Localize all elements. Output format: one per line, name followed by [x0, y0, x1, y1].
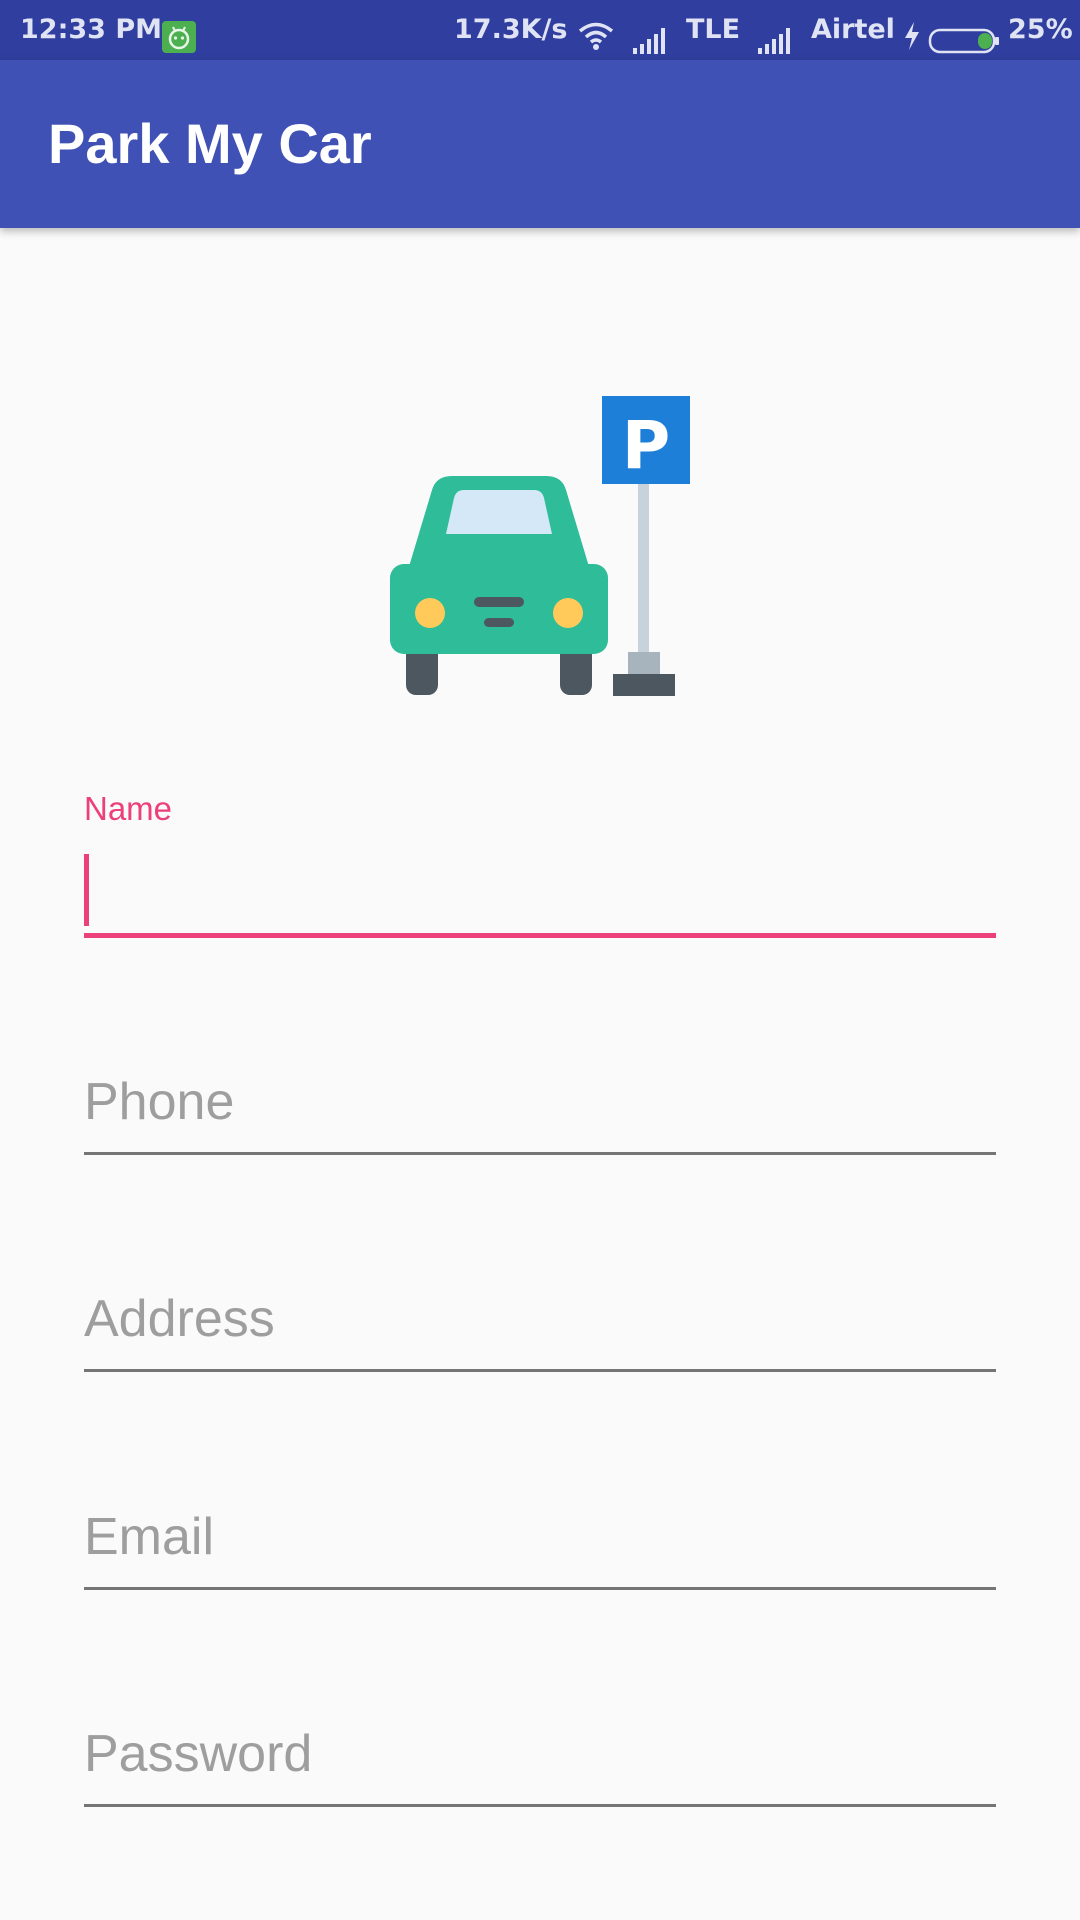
- wifi-icon: [576, 14, 616, 50]
- password-underline: [84, 1804, 996, 1807]
- network-speed: 17.3K/s: [454, 14, 568, 45]
- email-input[interactable]: [84, 1505, 996, 1569]
- battery-percent: 25%: [1008, 14, 1073, 45]
- signal-icon: [631, 16, 671, 54]
- status-bar: 12:33 PM 17.3K/s TLE Airtel 25%: [0, 0, 1080, 60]
- address-field[interactable]: [84, 1287, 996, 1377]
- address-underline: [84, 1369, 996, 1372]
- notification-icon: [162, 15, 196, 53]
- text-cursor: [84, 854, 89, 926]
- charging-icon: [902, 14, 922, 50]
- phone-field[interactable]: [84, 1070, 996, 1160]
- page-title: Park My Car: [48, 112, 372, 175]
- password-field[interactable]: [84, 1722, 996, 1812]
- phone-underline: [84, 1152, 996, 1155]
- battery-icon: [928, 17, 1000, 54]
- name-label: Name: [84, 790, 173, 827]
- network-type: TLE: [686, 14, 741, 45]
- address-input[interactable]: [84, 1287, 996, 1351]
- email-field[interactable]: [84, 1505, 996, 1595]
- signal-icon: [756, 16, 796, 54]
- name-field[interactable]: Name: [84, 790, 996, 940]
- parking-sign-letter: P: [622, 407, 670, 484]
- email-underline: [84, 1587, 996, 1590]
- status-time: 12:33 PM: [20, 14, 163, 45]
- name-underline: [84, 933, 996, 938]
- app-bar: Park My Car: [0, 60, 1080, 228]
- phone-input[interactable]: [84, 1070, 996, 1134]
- carrier-name: Airtel: [811, 14, 895, 45]
- password-input[interactable]: [84, 1722, 996, 1786]
- car-parking-icon: P: [384, 394, 694, 699]
